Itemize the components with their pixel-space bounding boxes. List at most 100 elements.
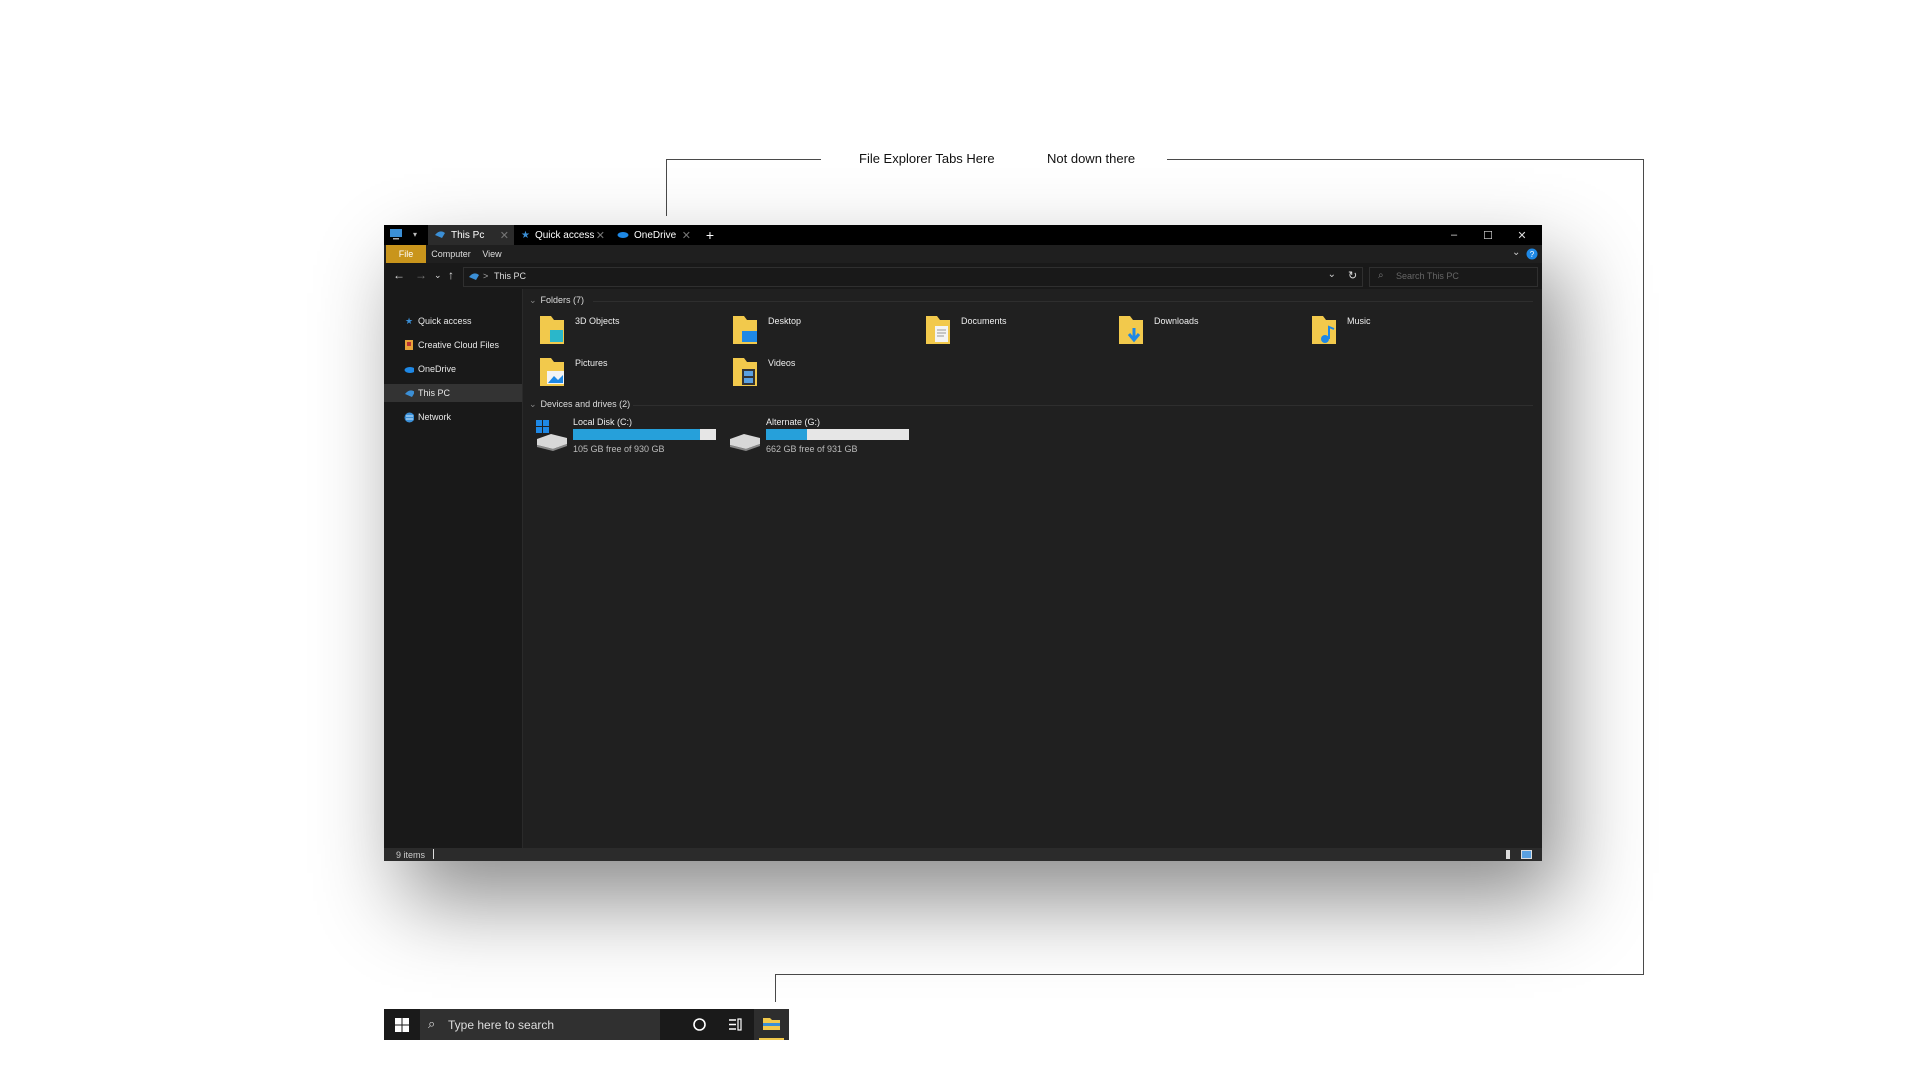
sidebar-item-quick-access[interactable]: ★ Quick access	[384, 312, 522, 330]
folder-documents-icon	[926, 316, 950, 344]
title-bar: ▾ This Pc ✕ ★ Quick access ✕ OneDrive ✕ …	[384, 225, 1542, 245]
search-placeholder: Search This PC	[1396, 271, 1459, 281]
folder-pictures[interactable]: Pictures	[537, 356, 697, 396]
windows-drive-icon	[536, 420, 567, 451]
annotation-tabs-here: File Explorer Tabs Here	[859, 151, 995, 166]
chevron-down-icon: ⌄	[529, 399, 537, 409]
drive-free-space: 105 GB free of 930 GB	[573, 444, 665, 454]
minimize-button[interactable]: –	[1437, 225, 1471, 245]
breadcrumb-separator: >	[483, 271, 489, 281]
drive-label: Alternate (G:)	[766, 417, 821, 427]
ribbon-tab-view[interactable]: View	[476, 245, 508, 263]
close-tab-icon[interactable]: ✕	[500, 229, 509, 242]
divider	[633, 405, 1533, 406]
address-bar[interactable]: > This PC ⌄	[463, 267, 1363, 287]
search-input[interactable]: ⌕ Search This PC	[1369, 267, 1538, 287]
devices-group-header[interactable]: ⌄ Devices and drives (2)	[529, 399, 630, 410]
status-divider	[433, 849, 434, 859]
folder-videos[interactable]: Videos	[730, 356, 890, 396]
folder-label: 3D Objects	[575, 316, 620, 326]
drive-usage-fill	[573, 429, 700, 440]
network-icon	[404, 412, 414, 422]
cortana-icon[interactable]	[693, 1018, 706, 1036]
taskbar-search-input[interactable]: ⌕ Type here to search	[420, 1009, 660, 1040]
details-view-icon[interactable]	[1506, 850, 1510, 859]
drive-alternate-g[interactable]: Alternate (G:) 662 GB free of 931 GB	[728, 417, 918, 457]
file-explorer-window: ▾ This Pc ✕ ★ Quick access ✕ OneDrive ✕ …	[384, 225, 1542, 861]
help-icon[interactable]: ?	[1526, 248, 1538, 263]
chevron-down-icon: ⌄	[529, 295, 537, 305]
drive-free-space: 662 GB free of 931 GB	[766, 444, 858, 454]
file-explorer-taskbar-icon[interactable]	[754, 1009, 789, 1040]
folder-label: Music	[1347, 316, 1371, 326]
this-pc-icon[interactable]	[389, 228, 403, 243]
up-arrow-icon[interactable]: ↑	[448, 268, 454, 282]
sidebar-item-onedrive[interactable]: OneDrive	[384, 360, 522, 378]
sidebar-item-label: Creative Cloud Files	[418, 340, 500, 350]
address-row: ← → ⌄ ↑ > This PC ⌄ ↻ ⌕ Search This PC	[384, 263, 1542, 289]
tab-quick-access[interactable]: ★ Quick access ✕	[515, 225, 610, 245]
folder-music[interactable]: Music	[1309, 314, 1469, 354]
forward-arrow-icon[interactable]: →	[415, 268, 427, 282]
status-bar: 9 items	[384, 848, 1542, 861]
folder-downloads[interactable]: Downloads	[1116, 314, 1276, 354]
navigation-pane: ★ Quick access Creative Cloud Files OneD…	[384, 289, 523, 848]
folder-label: Downloads	[1154, 316, 1199, 326]
drive-local-disk-c[interactable]: Local Disk (C:) 105 GB free of 930 GB	[535, 417, 725, 457]
folder-label: Documents	[961, 316, 1007, 326]
ribbon: File Computer View ⌄ ?	[384, 245, 1542, 263]
ribbon-tab-file[interactable]: File	[386, 245, 426, 263]
this-pc-icon	[404, 388, 414, 398]
folder-label: Videos	[768, 358, 796, 368]
folder-documents[interactable]: Documents	[923, 314, 1083, 354]
drive-usage-fill	[766, 429, 808, 440]
annotation-not-down-there: Not down there	[1047, 151, 1136, 166]
folders-group-header[interactable]: ⌄ Folders (7)	[529, 295, 584, 306]
task-view-icon[interactable]	[728, 1018, 742, 1036]
drive-usage-bar	[766, 429, 909, 440]
folder-downloads-icon	[1119, 316, 1143, 344]
annotation-line	[1167, 159, 1643, 160]
sidebar-item-creative-cloud-files[interactable]: Creative Cloud Files	[384, 336, 522, 354]
folder-3d-objects[interactable]: 3D Objects	[537, 314, 697, 354]
search-icon: ⌕	[1378, 270, 1384, 281]
tab-label: Quick access	[534, 229, 595, 241]
new-tab-button[interactable]: +	[702, 225, 718, 245]
ribbon-tab-computer[interactable]: Computer	[428, 245, 474, 263]
this-pc-icon	[468, 271, 480, 284]
folder-desktop[interactable]: Desktop	[730, 314, 890, 354]
maximize-button[interactable]: ☐	[1471, 225, 1505, 245]
annotation-line	[666, 159, 821, 160]
folder-desktop-icon	[733, 316, 757, 344]
tab-onedrive[interactable]: OneDrive ✕	[611, 225, 696, 245]
taskbar: ⌕ Type here to search	[384, 1009, 789, 1040]
tab-this-pc[interactable]: This Pc ✕	[428, 225, 514, 245]
refresh-icon[interactable]: ↻	[1348, 269, 1357, 282]
group-title: Folders (7)	[540, 295, 585, 305]
sidebar-item-label: Quick access	[418, 316, 472, 326]
windows-start-icon[interactable]	[395, 1018, 409, 1037]
large-icons-view-icon[interactable]	[1521, 850, 1532, 859]
quick-access-dropdown-icon[interactable]: ▾	[413, 230, 417, 239]
close-tab-icon[interactable]: ✕	[596, 229, 605, 242]
close-button[interactable]: ✕	[1505, 225, 1539, 245]
annotation-line	[666, 159, 667, 216]
folder-label: Pictures	[575, 358, 608, 368]
folder-videos-icon	[733, 358, 757, 386]
address-dropdown-icon[interactable]: ⌄	[1328, 269, 1336, 280]
cloud-icon	[617, 230, 629, 241]
close-tab-icon[interactable]: ✕	[682, 229, 691, 242]
sidebar-item-label: OneDrive	[418, 364, 457, 374]
drive-icon	[730, 434, 760, 451]
star-icon: ★	[521, 229, 530, 241]
annotation-line	[775, 974, 1644, 975]
item-count: 9 items	[396, 850, 426, 860]
sidebar-item-this-pc[interactable]: This PC	[384, 384, 522, 402]
sidebar-item-network[interactable]: Network	[384, 408, 522, 426]
annotation-line	[775, 974, 776, 1002]
recent-locations-icon[interactable]: ⌄	[434, 270, 442, 281]
expand-ribbon-icon[interactable]: ⌄	[1512, 247, 1520, 258]
breadcrumb[interactable]: This PC	[494, 271, 526, 281]
back-arrow-icon[interactable]: ←	[393, 268, 405, 282]
folder-music-icon	[1312, 316, 1336, 344]
